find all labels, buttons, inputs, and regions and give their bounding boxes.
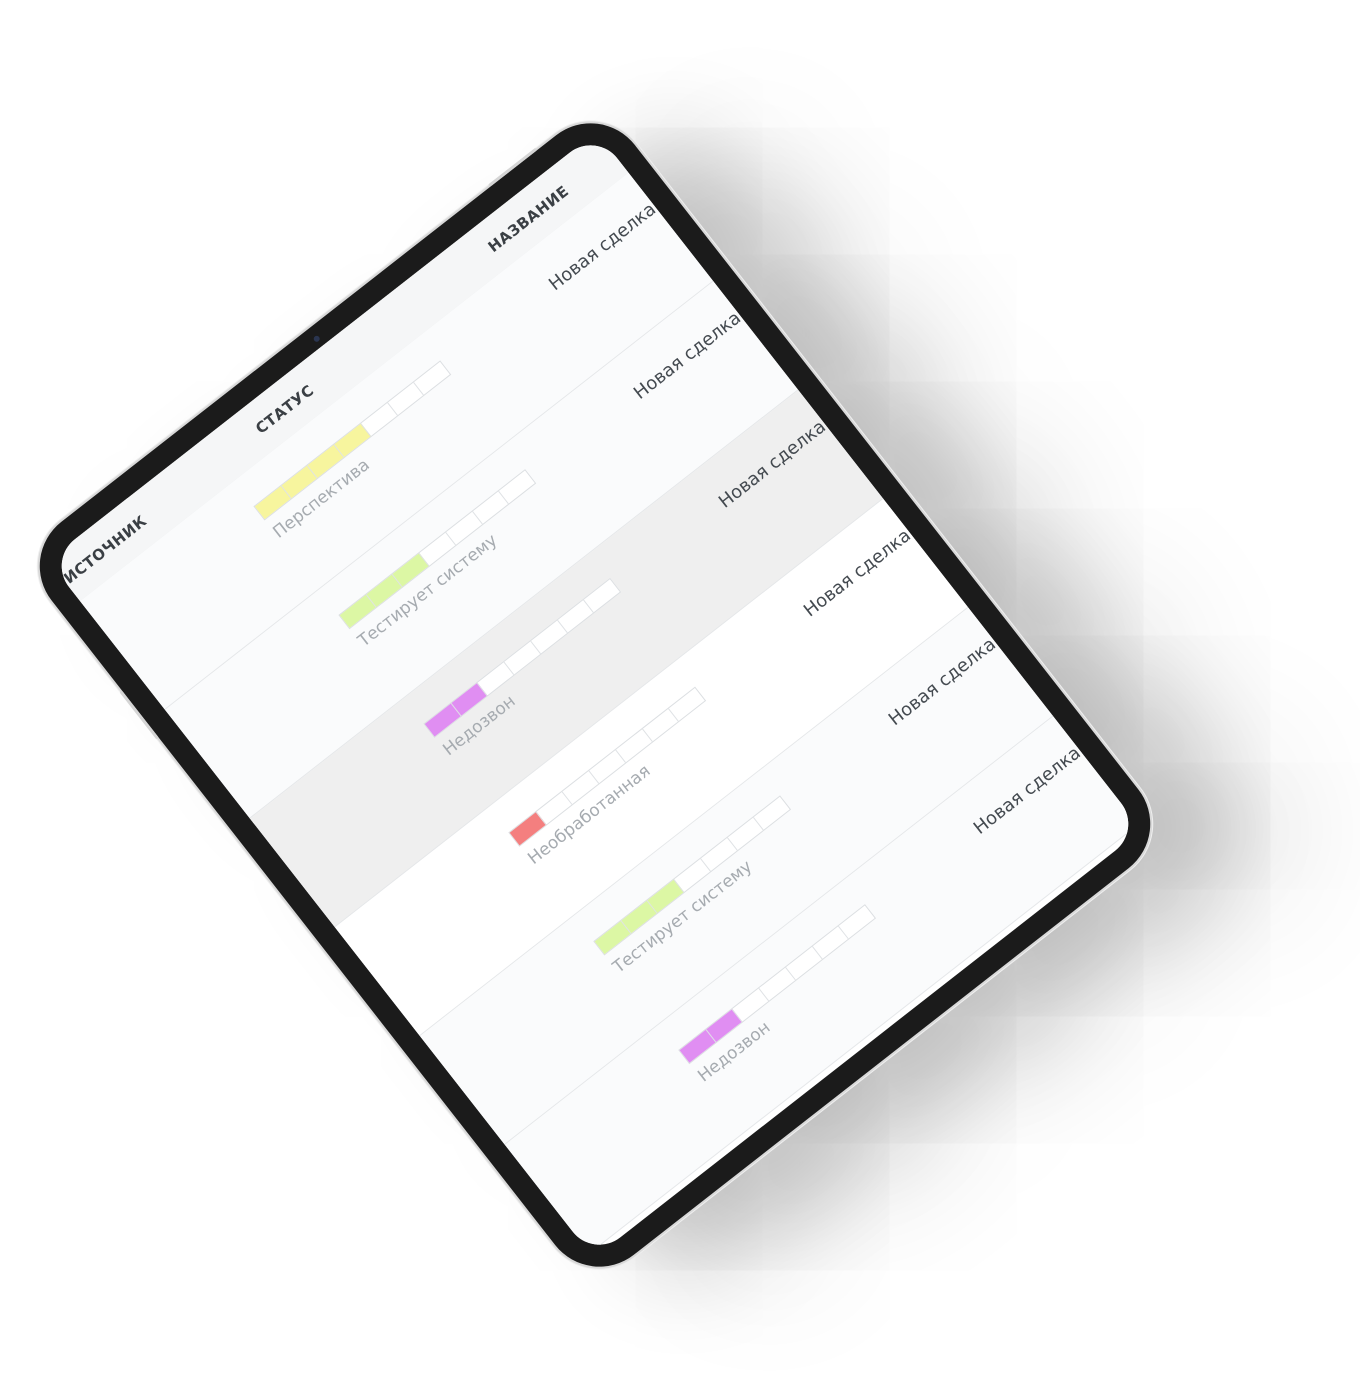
stage: АЙТ ИСТОЧНИК СТАТУС НАЗВАНИЕ Перспектива… (0, 0, 1360, 1391)
table-body: Перспектива Новая сделка Тестирует систе… (80, 172, 1139, 1254)
power-button (488, 147, 538, 187)
tablet-screen: АЙТ ИСТОЧНИК СТАТУС НАЗВАНИЕ Перспектива… (48, 131, 1142, 1259)
volume-button (119, 690, 159, 740)
tablet-device: АЙТ ИСТОЧНИК СТАТУС НАЗВАНИЕ Перспектива… (17, 100, 1173, 1290)
camera-icon (312, 334, 321, 344)
